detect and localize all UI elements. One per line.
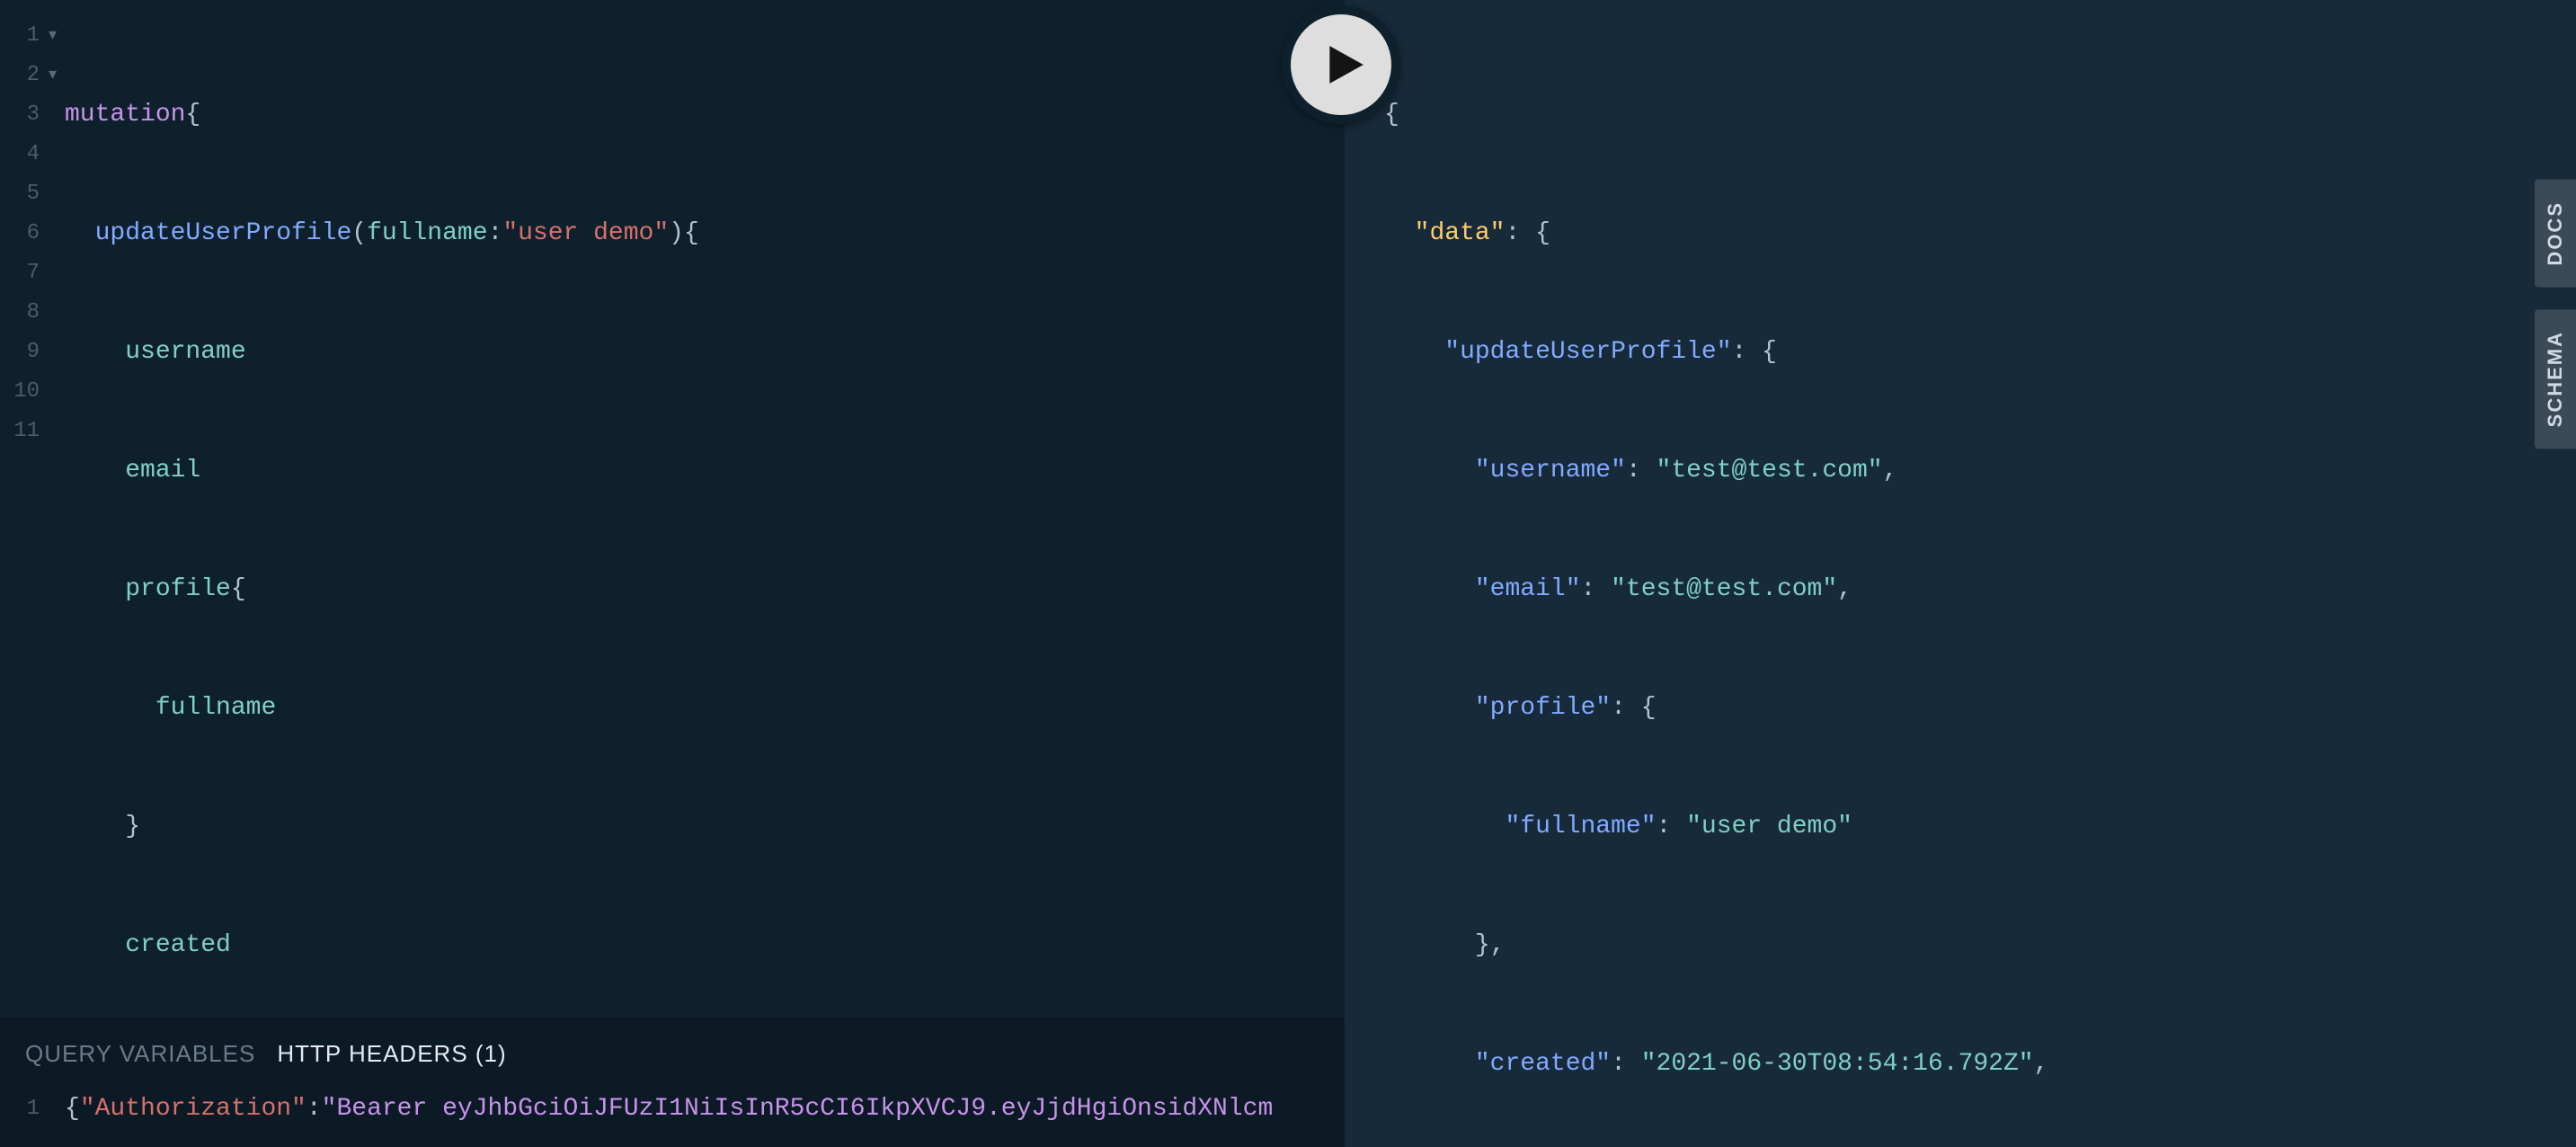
tab-query-variables[interactable]: QUERY VARIABLES [25,1040,255,1068]
result-viewer[interactable]: ▾ ▾ ▾ { "data": { "updateUserProfile": {… [1361,16,2576,1147]
result-code: { "data": { "updateUserProfile": { "user… [1384,16,2576,1147]
result-pane: ▾ ▾ ▾ { "data": { "updateUserProfile": {… [1345,0,2576,1147]
tab-http-headers[interactable]: HTTP HEADERS (1) [277,1040,506,1068]
schema-tab[interactable]: SCHEMA [2535,309,2576,449]
play-icon [1322,42,1367,87]
fold-toggle-icon[interactable]: ▾ [49,16,65,56]
headers-code[interactable]: {"Authorization":"Bearer eyJhbGciOiJFUzI… [65,1089,1345,1129]
query-editor[interactable]: 1 2 3 4 5 6 7 8 9 10 11 ▾ ▾ mutation{ up… [0,0,1345,1018]
execute-button[interactable] [1282,5,1400,124]
graphql-playground: 1 2 3 4 5 6 7 8 9 10 11 ▾ ▾ mutation{ up… [0,0,2576,1147]
result-fold-gutter[interactable]: ▾ ▾ ▾ [1361,16,1384,1147]
variables-tabbar: QUERY VARIABLES HTTP HEADERS (1) [0,1018,1345,1089]
query-pane: 1 2 3 4 5 6 7 8 9 10 11 ▾ ▾ mutation{ up… [0,0,1345,1147]
line-gutter: 1 2 3 4 5 6 7 8 9 10 11 [0,16,49,1018]
side-tabs: DOCS SCHEMA [2535,180,2576,449]
query-code[interactable]: mutation{ updateUserProfile(fullname:"us… [65,16,1345,1018]
headers-editor[interactable]: 1 {"Authorization":"Bearer eyJhbGciOiJFU… [0,1089,1345,1147]
fold-toggle-icon[interactable]: ▾ [49,56,65,95]
headers-gutter: 1 [0,1089,49,1129]
variables-panel: QUERY VARIABLES HTTP HEADERS (1) 1 {"Aut… [0,1018,1345,1147]
docs-tab[interactable]: DOCS [2535,180,2576,288]
fold-gutter[interactable]: ▾ ▾ [49,16,65,1018]
